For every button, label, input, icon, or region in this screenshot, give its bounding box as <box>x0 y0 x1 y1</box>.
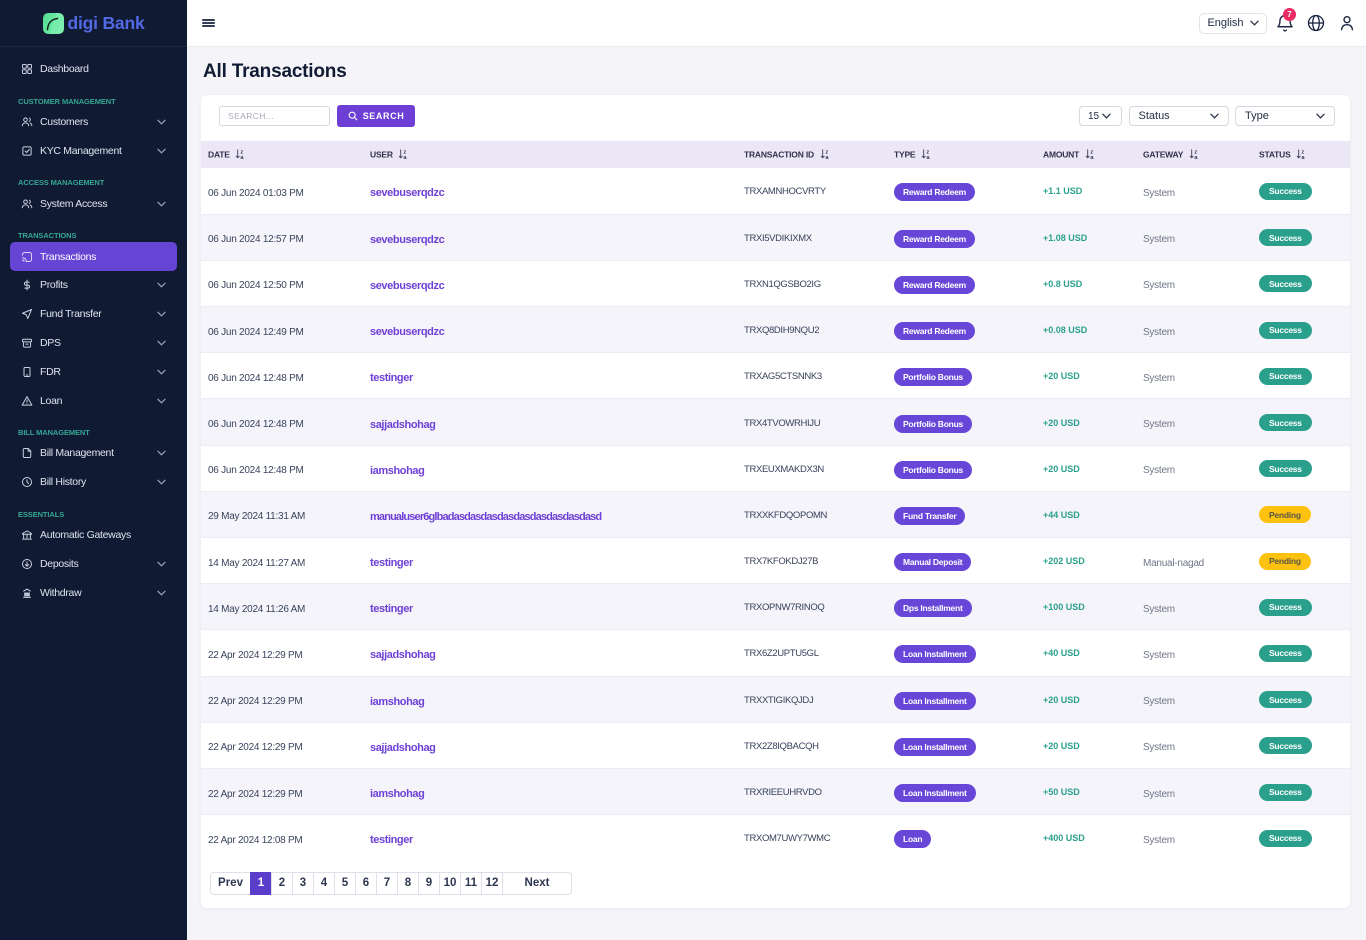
svg-text:a: a <box>1090 155 1094 159</box>
svg-text:a: a <box>1302 155 1306 159</box>
svg-text:a: a <box>926 155 930 159</box>
svg-text:a: a <box>404 155 408 159</box>
svg-text:a: a <box>1194 155 1198 159</box>
svg-text:a: a <box>825 155 829 159</box>
svg-text:a: a <box>241 155 245 159</box>
